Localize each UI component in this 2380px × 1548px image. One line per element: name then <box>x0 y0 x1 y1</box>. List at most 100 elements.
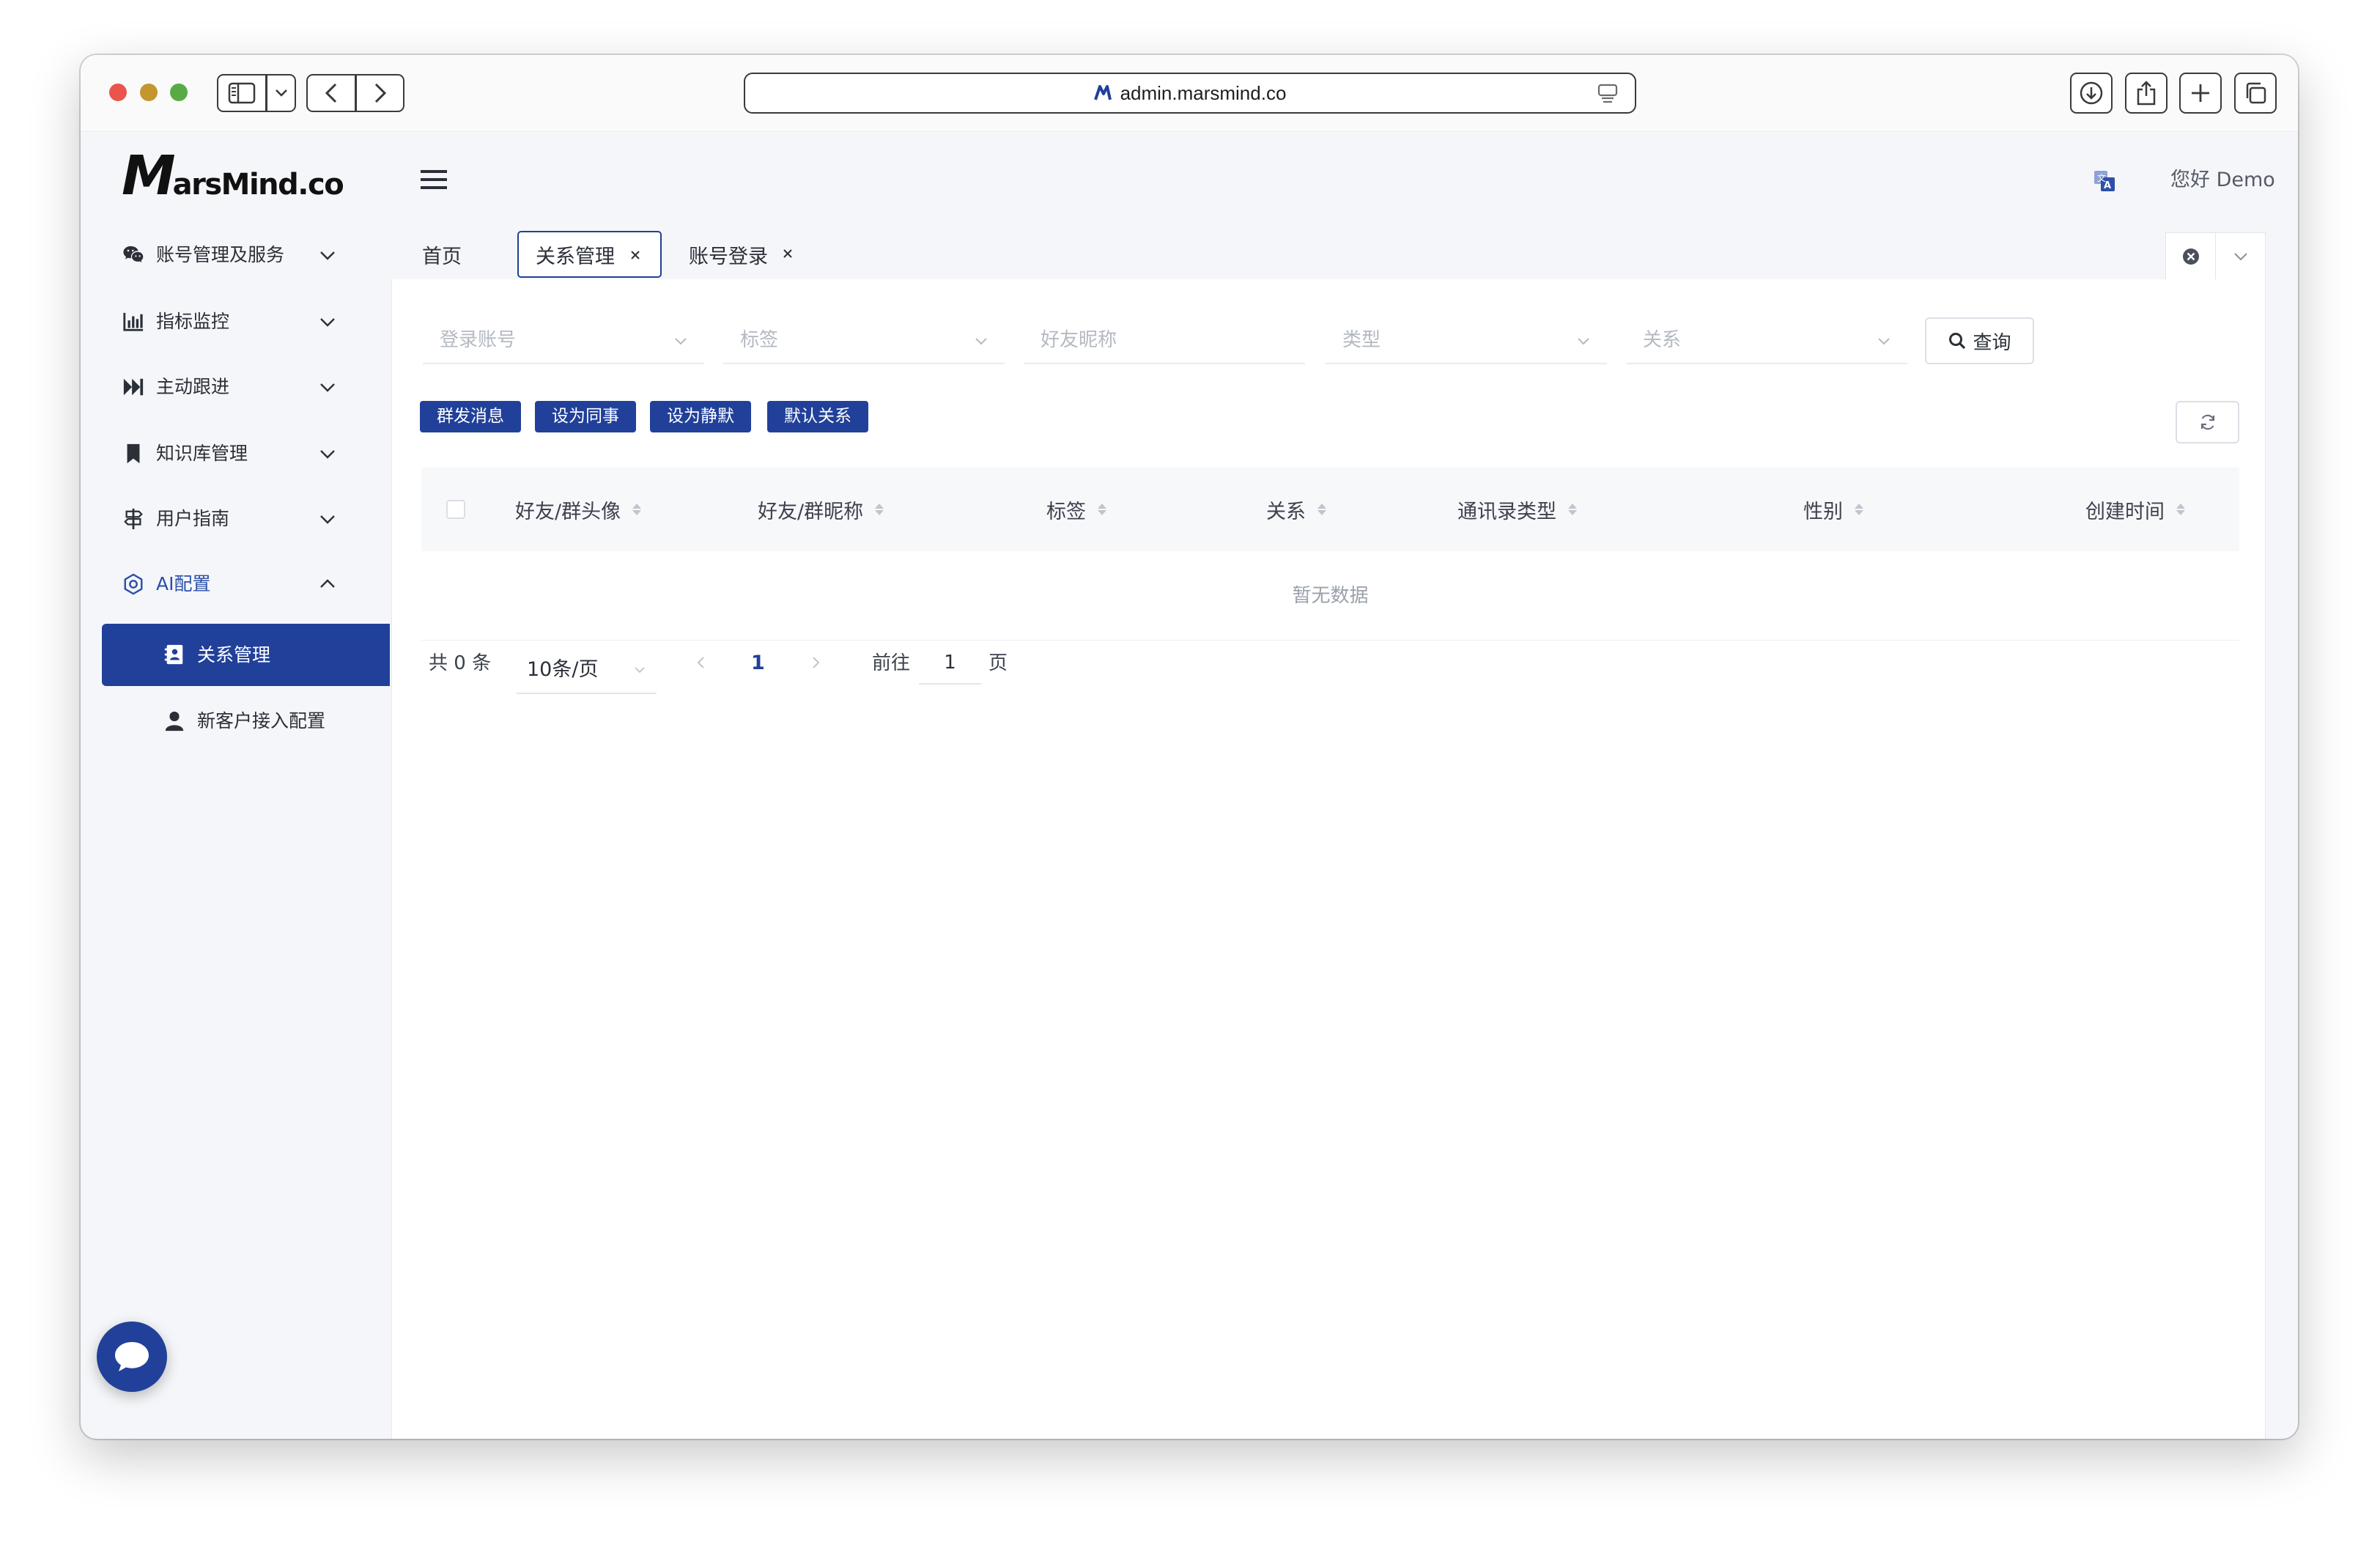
select-placeholder: 关系 <box>1643 329 1682 351</box>
url-text: admin.marsmind.co <box>1120 81 1287 104</box>
relation-select[interactable]: 关系 <box>1626 317 1907 364</box>
chevron-down-icon <box>320 515 335 524</box>
page-suffix: 页 <box>988 652 1008 674</box>
sort-icon[interactable] <box>1316 502 1328 517</box>
current-page-number[interactable]: 1 <box>751 649 765 678</box>
close-icon[interactable] <box>629 249 641 261</box>
column-header-relation[interactable]: 关系 <box>1266 468 1328 551</box>
back-button[interactable] <box>306 74 356 112</box>
tabs-icon <box>2246 82 2266 104</box>
goto-label: 前往 <box>872 652 911 674</box>
user-icon <box>165 711 184 731</box>
column-header-avatar[interactable]: 好友/群头像 <box>515 468 643 551</box>
address-bar[interactable]: admin.marsmind.co <box>744 73 1636 114</box>
user-greeting[interactable]: 您好 Demo <box>2170 165 2275 196</box>
share-button[interactable] <box>2125 73 2168 114</box>
select-all-checkbox[interactable] <box>446 500 465 519</box>
chevron-down-icon <box>275 89 287 97</box>
column-label: 好友/群头像 <box>515 500 621 523</box>
sidebar-item-account-services[interactable]: 账号管理及服务 <box>81 235 390 276</box>
new-tab-button[interactable] <box>2179 73 2222 114</box>
page-size-value: 10条/页 <box>527 658 599 681</box>
login-account-select[interactable]: 登录账号 <box>423 317 704 364</box>
sort-icon[interactable] <box>1567 502 1578 517</box>
table-header: 好友/群头像 好友/群昵称 标签 关系 通讯录类型 性别 创建时间 <box>421 468 2239 551</box>
search-button[interactable]: 查询 <box>1925 317 2034 364</box>
main-panel: 登录账号 标签 类型 关系 查询 群发消息 设为同事 设为静默 默认关系 <box>391 279 2266 1439</box>
sidebar-item-ai-config[interactable]: AI配置 <box>81 564 390 605</box>
zoom-window-button[interactable] <box>170 84 188 101</box>
next-page-icon[interactable] <box>808 652 823 674</box>
sidebar-item-knowledge-base[interactable]: 知识库管理 <box>81 433 390 474</box>
tab-menu-button[interactable] <box>2216 233 2265 279</box>
column-header-gender[interactable]: 性别 <box>1803 468 1865 551</box>
translate-icon[interactable]: 文A <box>2093 169 2116 194</box>
column-header-created-time[interactable]: 创建时间 <box>2085 468 2187 551</box>
chevron-down-icon <box>320 450 335 459</box>
downloads-button[interactable] <box>2070 73 2113 114</box>
sort-icon[interactable] <box>873 502 885 517</box>
column-label: 关系 <box>1266 500 1306 523</box>
close-window-button[interactable] <box>109 84 127 101</box>
sidebar-item-follow-up[interactable]: 主动跟进 <box>81 366 390 408</box>
chevron-down-icon <box>975 338 987 345</box>
sidebar-subitem-label: 新客户接入配置 <box>197 710 326 731</box>
chat-support-button[interactable] <box>97 1322 167 1392</box>
chevron-down-icon <box>320 251 335 260</box>
tab-relation-management[interactable]: 关系管理 <box>517 231 662 278</box>
logo-text: arsMind.co <box>172 168 344 202</box>
sort-icon[interactable] <box>631 502 643 517</box>
sidebar-subitem-relation-management[interactable]: 关系管理 <box>102 624 390 686</box>
chevron-right-icon <box>374 83 386 103</box>
refresh-button[interactable] <box>2176 401 2239 443</box>
column-label: 标签 <box>1046 500 1086 523</box>
friend-nickname-input[interactable] <box>1024 317 1305 363</box>
forward-button[interactable] <box>356 74 404 112</box>
tab-home[interactable]: 首页 <box>422 231 462 278</box>
goto-page-input[interactable] <box>919 642 981 685</box>
browser-toolbar: admin.marsmind.co <box>81 55 2298 132</box>
tab-overview-button[interactable] <box>2234 73 2277 114</box>
logo-mark: M <box>122 144 176 207</box>
tab-group-menu-button[interactable] <box>267 74 296 112</box>
reader-icon[interactable] <box>1597 83 1619 105</box>
close-icon[interactable] <box>782 248 794 259</box>
sort-icon[interactable] <box>1853 502 1865 517</box>
download-icon <box>2080 81 2103 105</box>
sort-icon[interactable] <box>1096 502 1108 517</box>
sidebar-item-metrics[interactable]: 指标监控 <box>81 301 390 342</box>
column-header-nickname[interactable]: 好友/群昵称 <box>758 468 885 551</box>
set-colleague-button[interactable]: 设为同事 <box>535 401 636 432</box>
sidebar-toggle-button[interactable] <box>217 74 267 112</box>
page-size-select[interactable]: 10条/页 <box>517 645 657 694</box>
hamburger-icon[interactable] <box>421 169 447 191</box>
sidebar-item-user-guide[interactable]: 用户指南 <box>81 498 390 539</box>
sidebar-item-label: 账号管理及服务 <box>156 244 285 265</box>
broadcast-message-button[interactable]: 群发消息 <box>420 401 521 432</box>
prev-page-icon[interactable] <box>694 652 709 674</box>
pagination-total: 共 0 条 <box>429 652 492 674</box>
sidebar-subitem-new-customer-config[interactable]: 新客户接入配置 <box>102 701 390 742</box>
site-favicon-icon <box>1093 85 1112 100</box>
tab-account-login[interactable]: 账号登录 <box>680 231 805 278</box>
minimize-window-button[interactable] <box>140 84 158 101</box>
plus-icon <box>2192 84 2209 102</box>
default-relation-button[interactable]: 默认关系 <box>767 401 868 432</box>
sort-icon[interactable] <box>2175 502 2187 517</box>
chevron-down-icon <box>2233 252 2247 260</box>
set-silent-button[interactable]: 设为静默 <box>650 401 751 432</box>
app-logo[interactable]: M arsMind.co <box>122 144 344 207</box>
contact-card-icon <box>164 644 183 665</box>
column-header-tag[interactable]: 标签 <box>1046 468 1108 551</box>
type-select[interactable]: 类型 <box>1326 317 1607 364</box>
sidebar-item-label: 用户指南 <box>156 508 230 529</box>
column-label: 通讯录类型 <box>1457 500 1556 523</box>
search-icon <box>1949 333 1966 350</box>
tag-select[interactable]: 标签 <box>723 317 1005 364</box>
close-all-tabs-button[interactable] <box>2166 233 2216 279</box>
svg-text:A: A <box>2104 180 2111 191</box>
chevron-down-icon <box>320 318 335 327</box>
sidebar-subitem-label: 关系管理 <box>197 644 271 666</box>
column-header-contact-type[interactable]: 通讯录类型 <box>1457 468 1578 551</box>
table-empty-state: 暂无数据 <box>421 551 2239 641</box>
